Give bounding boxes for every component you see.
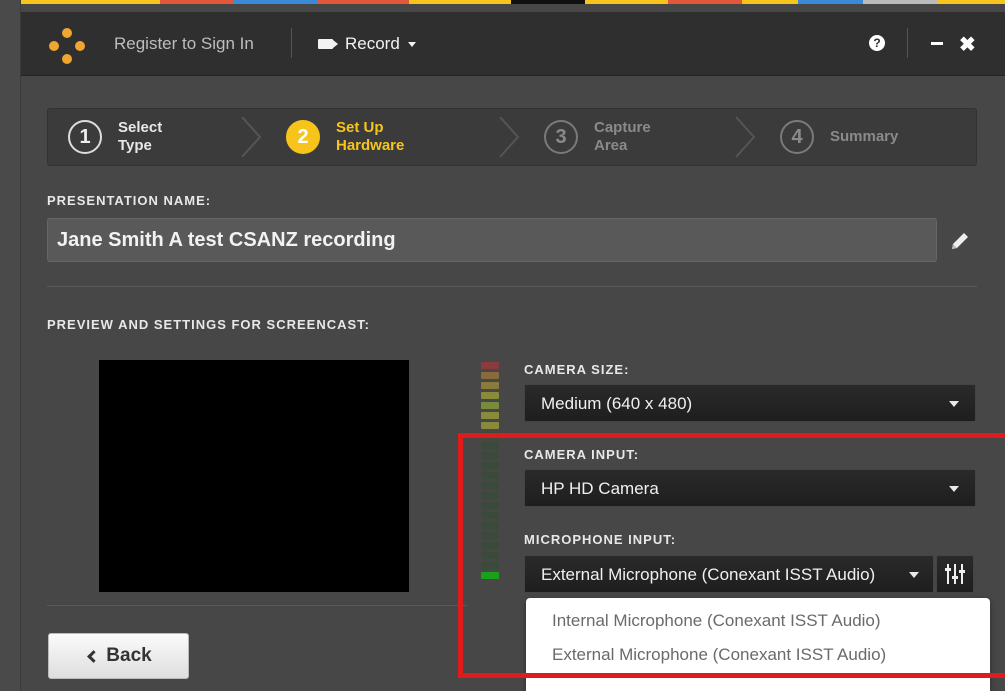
stripe-segment: [936, 0, 1005, 4]
camera-input-label: CAMERA INPUT:: [524, 447, 640, 462]
meter-segment: [481, 572, 499, 579]
meter-segment: [481, 452, 499, 459]
step-select-type[interactable]: 1 Select Type: [68, 109, 208, 165]
meter-segment: [481, 522, 499, 529]
stripe-segment: [585, 0, 669, 4]
meter-segment: [481, 412, 499, 419]
preview-settings-label: PREVIEW AND SETTINGS FOR SCREENCAST:: [47, 317, 370, 332]
video-camera-icon: [318, 39, 338, 49]
microphone-input-select[interactable]: External Microphone (Conexant ISST Audio…: [524, 555, 934, 593]
title-bar: Register to Sign In Record ? ✖: [21, 12, 1005, 76]
audio-level-meter: [481, 362, 501, 582]
stripe-segment: [668, 0, 743, 4]
stripe-segment: [862, 0, 937, 4]
meter-segment: [481, 432, 499, 439]
camera-size-value: Medium (640 x 480): [541, 394, 693, 413]
camera-input-select[interactable]: HP HD Camera: [524, 469, 976, 507]
back-button[interactable]: Back: [48, 633, 189, 679]
stripe-segment: [85, 0, 160, 4]
microphone-input-label: MICROPHONE INPUT:: [524, 532, 677, 547]
chevron-right-icon: [499, 116, 520, 158]
divider: [291, 28, 292, 58]
app-window: Register to Sign In Record ? ✖ 1 Select T…: [20, 0, 1005, 691]
section-divider: [47, 605, 467, 606]
audio-mixer-button[interactable]: [936, 555, 974, 593]
meter-segment: [481, 512, 499, 519]
register-sign-in-link[interactable]: Register to Sign In: [114, 34, 254, 54]
camera-size-label: CAMERA SIZE:: [524, 362, 630, 377]
step-label: Select Type: [118, 119, 163, 154]
wizard-stepper: 1 Select Type 2 Set Up Hardware 3 Capture A…: [47, 108, 977, 166]
record-label: Record: [345, 34, 400, 53]
close-icon[interactable]: ✖: [959, 32, 976, 57]
step-number: 3: [544, 120, 578, 154]
pencil-icon[interactable]: [949, 230, 971, 252]
stripe-segment: [233, 0, 317, 4]
stripe-segment: [797, 0, 863, 4]
step-number: 2: [286, 120, 320, 154]
chevron-down-icon: [949, 401, 959, 407]
meter-segment: [481, 502, 499, 509]
meter-segment: [481, 462, 499, 469]
step-label: Summary: [830, 128, 899, 145]
chevron-down-icon: [909, 572, 919, 578]
sliders-icon: [945, 564, 965, 584]
meter-segment: [481, 472, 499, 479]
meter-segment: [481, 442, 499, 449]
meter-segment: [481, 422, 499, 429]
stripe-segment: [159, 0, 234, 4]
meter-segment: [481, 392, 499, 399]
meter-segment: [481, 562, 499, 569]
chevron-down-icon: [407, 41, 416, 47]
camera-preview: [99, 360, 409, 592]
divider: [907, 28, 908, 58]
meter-segment: [481, 532, 499, 539]
step-label: Capture Area: [594, 119, 651, 154]
chevron-right-icon: [241, 116, 262, 158]
record-menu-button[interactable]: Record: [318, 34, 416, 54]
app-logo-icon: [49, 28, 85, 64]
camera-size-select[interactable]: Medium (640 x 480): [524, 384, 976, 422]
meter-segment: [481, 542, 499, 549]
stripe-segment: [21, 0, 86, 4]
stripe-segment: [316, 0, 410, 4]
meter-segment: [481, 492, 499, 499]
step-label: Set Up Hardware: [336, 119, 405, 154]
chevron-left-icon: [87, 649, 101, 663]
minimize-icon[interactable]: [931, 42, 943, 45]
meter-segment: [481, 402, 499, 409]
chevron-down-icon: [949, 486, 959, 492]
presentation-name-label: PRESENTATION NAME:: [47, 193, 212, 208]
microphone-option[interactable]: External Microphone (Conexant ISST Audio…: [552, 645, 886, 665]
step-number: 4: [780, 120, 814, 154]
stripe-segment: [511, 0, 586, 4]
step-summary[interactable]: 4 Summary: [780, 109, 920, 165]
back-label: Back: [106, 645, 152, 666]
stripe-segment: [742, 0, 798, 4]
meter-segment: [481, 382, 499, 389]
section-divider: [47, 286, 977, 287]
color-stripe: [21, 0, 1005, 12]
meter-segment: [481, 362, 499, 369]
step-capture-area[interactable]: 3 Capture Area: [544, 109, 684, 165]
presentation-name-field[interactable]: Jane Smith A test CSANZ recording: [47, 218, 937, 262]
meter-segment: [481, 552, 499, 559]
step-number: 1: [68, 120, 102, 154]
meter-segment: [481, 482, 499, 489]
microphone-option[interactable]: Internal Microphone (Conexant ISST Audio…: [552, 611, 881, 631]
help-icon[interactable]: ?: [869, 35, 885, 51]
camera-input-value: HP HD Camera: [541, 479, 659, 498]
stripe-segment: [409, 0, 512, 4]
microphone-options-dropdown: Internal Microphone (Conexant ISST Audio…: [526, 598, 990, 691]
step-set-up-hardware[interactable]: 2 Set Up Hardware: [286, 109, 426, 165]
meter-segment: [481, 372, 499, 379]
microphone-input-value: External Microphone (Conexant ISST Audio…: [541, 565, 876, 584]
chevron-right-icon: [735, 116, 756, 158]
